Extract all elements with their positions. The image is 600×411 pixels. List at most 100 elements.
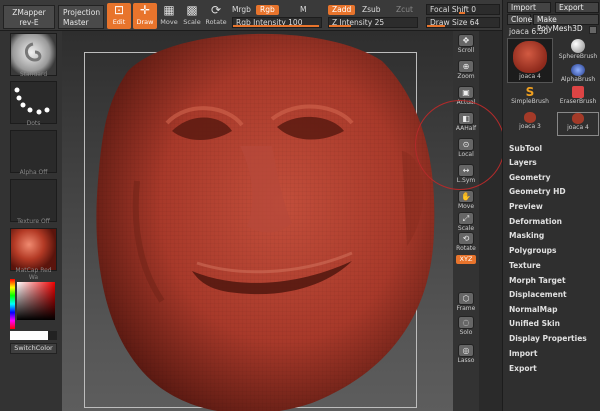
tool-thumb-spherebrush-label: SphereBrush [558,53,598,60]
make-polymesh-button[interactable]: Make PolyMesh3D [533,14,599,33]
focal-shift-slider[interactable]: Focal Shift 0 [426,4,500,15]
color-picker[interactable] [10,279,57,341]
tool-thumb-joaca3[interactable]: joaca 3 [507,112,553,136]
move-button[interactable]: ▦ Move [157,3,181,29]
right-tool-shelf: ✥ Scroll ⊕ Zoom ▣ Actual ◧ AAHalf ⊙ Local ↔ L.… [453,31,479,411]
menu-displacement[interactable]: Displacement [509,290,567,299]
draw-size-fill [427,25,445,27]
switch-color-button[interactable]: SwitchColor [10,343,57,354]
draw-size-slider[interactable]: Draw Size 64 [426,17,500,28]
left-shelf: Standard Dots Alpha Off Texture Off MatC… [0,31,62,411]
edit-button[interactable]: ⊡ Edit [107,3,131,29]
menu-polygroups[interactable]: Polygroups [509,246,557,255]
m-toggle[interactable]: M [300,5,306,14]
rgb-intensity-fill [233,25,319,27]
rotate-button[interactable]: ⟳ Rotate [204,3,228,29]
eraser-brush-icon [572,86,584,98]
menu-display-properties[interactable]: Display Properties [509,334,587,343]
zmapper-title: ZMapper [12,8,46,17]
rotate-view-button[interactable]: ⟲ Rotate [455,231,477,255]
draw-icon: ✛ [139,3,151,17]
brush-label: Standard [19,71,48,78]
rgb-toggle[interactable]: Rgb [256,5,279,15]
menu-morph-target[interactable]: Morph Target [509,276,566,285]
scroll-button[interactable]: ✥ Scroll [455,33,477,57]
scale-label: Scale [183,18,201,26]
menu-unified-skin[interactable]: Unified Skin [509,319,560,328]
tool-thumb-alphabrush[interactable]: AlphaBrush [557,64,599,88]
z-intensity-fill [329,25,351,27]
menu-texture[interactable]: Texture [509,261,541,270]
mrgb-toggle[interactable]: Mrgb [232,5,251,14]
menu-geometry-hd[interactable]: Geometry HD [509,187,566,196]
master-label: Master [63,18,89,27]
menu-export[interactable]: Export [509,364,537,373]
tool-thumb-simplebrush-label: SimpleBrush [511,98,549,105]
zadd-toggle[interactable]: Zadd [328,5,356,15]
stroke-label: Dots [26,120,41,127]
tool-thumb-eraserbrush[interactable]: EraserBrush [557,86,599,110]
joaca3-thumbnail [524,112,536,123]
material-selector[interactable] [10,228,57,271]
menu-deformation[interactable]: Deformation [509,217,562,226]
scale-button[interactable]: ▩ Scale [180,3,204,29]
menu-preview[interactable]: Preview [509,202,543,211]
rgb-intensity-slider[interactable]: Rgb Intensity 100 [232,17,322,28]
menu-normalmap[interactable]: NormalMap [509,305,557,314]
edit-icon: ⊡ [113,3,125,17]
solo-icon: ◌ [458,316,474,329]
zoom-button[interactable]: ⊕ Zoom [455,59,477,83]
actual-icon: ▣ [458,86,474,99]
tool-thumb-spherebrush[interactable]: SphereBrush [557,38,599,66]
draw-button[interactable]: ✛ Draw [133,3,157,29]
projection-label: Projection [63,8,101,17]
menu-import[interactable]: Import [509,349,537,358]
scale-icon: ▩ [186,3,198,17]
alpha-selector[interactable] [10,130,57,173]
move-view-icon: ✋ [458,190,474,203]
move-icon: ▦ [163,3,175,17]
standard-brush-icon [25,42,42,62]
lasso-button[interactable]: ◎ Lasso [455,343,477,367]
tool-thumb-joaca4-label: joaca 4 [519,73,541,80]
zoom-label: Zoom [457,73,475,80]
texture-selector[interactable] [10,179,57,222]
zsub-toggle[interactable]: Zsub [362,5,381,14]
menu-geometry[interactable]: Geometry [509,173,550,182]
draw-size-value: 64 [469,18,480,27]
tool-thumb-eraserbrush-label: EraserBrush [559,98,597,105]
clone-button[interactable]: Clone [507,14,532,25]
import-button[interactable]: Import [507,2,551,13]
tool-thumb-joaca4-small[interactable]: joaca 4 [557,112,599,136]
focal-shift-value: 0 [471,5,477,14]
move-view-label: Move [457,203,475,210]
menu-masking[interactable]: Masking [509,231,544,240]
menu-layers[interactable]: Layers [509,158,537,167]
tool-thumb-simplebrush[interactable]: S SimpleBrush [507,86,553,110]
export-button[interactable]: Export [555,2,599,13]
tool-thumb-joaca4[interactable]: joaca 4 [507,38,553,83]
projection-master-button[interactable]: Projection Master [58,5,104,29]
move-view-button[interactable]: ✋ Move [455,189,477,213]
tool-thumb-joaca3-label: joaca 3 [519,123,541,130]
solo-button[interactable]: ◌ Solo [455,315,477,339]
scroll-icon: ✥ [458,34,474,47]
z-intensity-slider[interactable]: Z Intensity 25 [328,17,418,28]
menu-subtool[interactable]: SubTool [509,144,542,153]
tool-thumb-joaca4-small-label: joaca 4 [567,124,589,131]
stroke-selector[interactable] [10,81,57,124]
brush-selector[interactable] [10,33,57,76]
zmapper-version: rev-E [19,18,39,27]
scale-view-icon: ⤢ [458,212,474,225]
tool-picker-button[interactable] [589,26,597,34]
zmapper-button[interactable]: ZMapper rev-E [3,5,55,29]
canvas-viewport[interactable] [62,31,453,411]
sphere-brush-icon [571,39,585,53]
sculpted-head-model[interactable] [62,31,453,411]
tool-name-row: joaca 6.50 [509,27,548,36]
xyz-toggle[interactable]: XYZ [456,255,476,264]
frame-button[interactable]: ⬡ Frame [455,291,477,315]
move-label: Move [160,18,178,26]
zcut-toggle[interactable]: Zcut [392,5,417,15]
texture-label: Texture Off [17,218,50,225]
